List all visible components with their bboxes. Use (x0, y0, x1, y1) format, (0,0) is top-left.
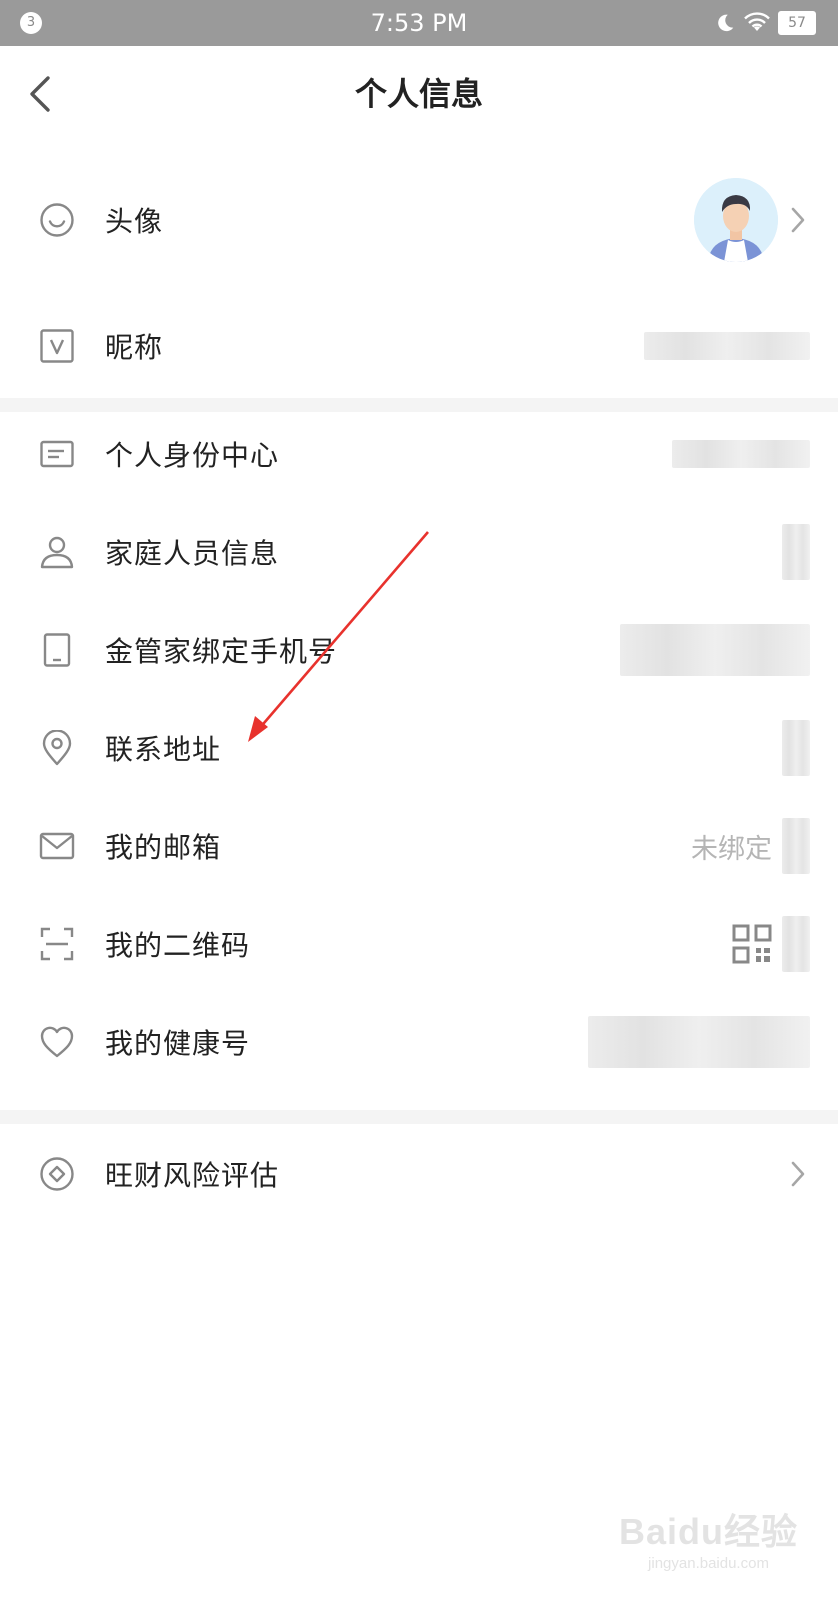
section-divider (0, 1110, 838, 1124)
smile-icon (38, 201, 76, 239)
row-label: 我的二维码 (105, 929, 251, 962)
blurred-value (782, 916, 810, 972)
page-title: 个人信息 (354, 75, 483, 113)
mail-icon (38, 827, 76, 865)
row-label: 我的邮箱 (105, 831, 222, 864)
status-bar: 3 7:53 PM 57 (0, 0, 838, 46)
blurred-value (672, 440, 810, 468)
blurred-value (782, 818, 810, 874)
blurred-value (620, 624, 810, 676)
status-time: 7:53 PM (370, 9, 468, 37)
row-my-qrcode[interactable]: 我的二维码 (0, 908, 838, 980)
diamond-circle-icon (38, 1155, 76, 1193)
battery-icon: 57 (778, 11, 816, 35)
chevron-right-icon (791, 1161, 805, 1187)
row-identity-center[interactable]: 个人身份中心 (0, 418, 838, 490)
v-badge-icon (38, 327, 76, 365)
heart-icon (38, 1023, 76, 1061)
row-avatar[interactable]: 头像 (0, 170, 838, 270)
chevron-right-icon (791, 207, 805, 233)
row-risk-assessment[interactable]: 旺财风险评估 (0, 1130, 838, 1218)
scan-icon (38, 925, 76, 963)
row-nickname[interactable]: 昵称 (0, 310, 838, 382)
nav-bar: 个人信息 (0, 46, 838, 142)
section-divider (0, 398, 838, 412)
email-status: 未绑定 (691, 833, 772, 865)
watermark-logo: Baidu经验 (618, 1511, 798, 1552)
row-label: 昵称 (105, 331, 164, 364)
row-label: 头像 (105, 205, 164, 238)
blurred-value (644, 332, 810, 360)
watermark: Baidu经验 jingyan.baidu.com (619, 1503, 798, 1572)
row-label: 旺财风险评估 (105, 1159, 280, 1192)
phone-icon (38, 631, 76, 669)
row-bound-phone[interactable]: 金管家绑定手机号 (0, 614, 838, 686)
wifi-icon (744, 12, 770, 31)
moon-icon (718, 14, 734, 32)
row-my-email[interactable]: 我的邮箱 未绑定 (0, 810, 838, 882)
watermark-url: jingyan.baidu.com (648, 1555, 769, 1572)
qr-code-icon (732, 924, 772, 964)
blurred-value (588, 1016, 810, 1068)
row-family-info[interactable]: 家庭人员信息 (0, 516, 838, 588)
row-health-number[interactable]: 我的健康号 (0, 1006, 838, 1078)
row-label: 个人身份中心 (105, 439, 280, 472)
row-label: 联系地址 (105, 733, 222, 766)
location-pin-icon (38, 729, 76, 767)
row-label: 金管家绑定手机号 (105, 635, 338, 668)
blurred-value (782, 524, 810, 580)
row-contact-address[interactable]: 联系地址 (0, 712, 838, 784)
row-label: 家庭人员信息 (105, 537, 280, 570)
id-card-icon (38, 435, 76, 473)
row-label: 我的健康号 (105, 1027, 251, 1060)
person-icon (38, 533, 76, 571)
blurred-value (782, 720, 810, 776)
avatar (694, 178, 778, 262)
